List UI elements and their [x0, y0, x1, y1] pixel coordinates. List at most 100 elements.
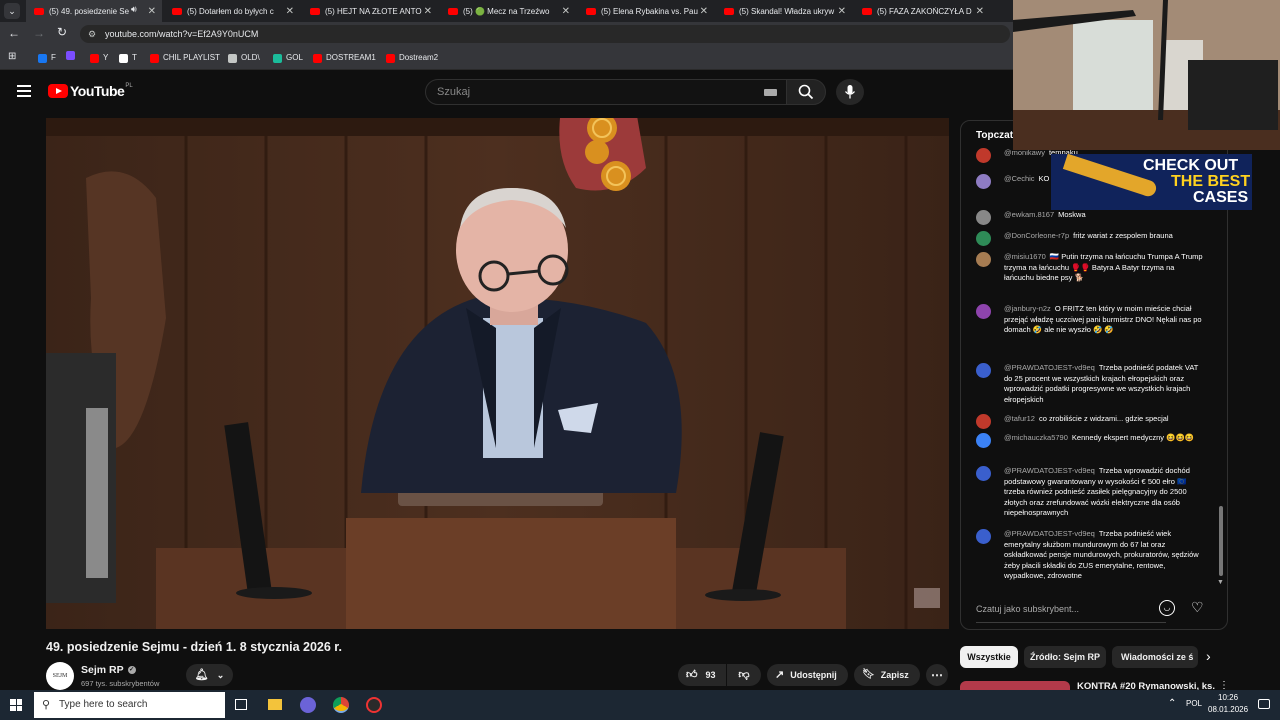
chat-avatar[interactable]: [976, 304, 991, 319]
chrome-icon[interactable]: [333, 697, 349, 713]
clock-time[interactable]: 10:26: [1218, 693, 1238, 702]
more-actions-button[interactable]: ⋯: [926, 664, 948, 686]
notifications-icon[interactable]: [1258, 699, 1270, 709]
chat-author[interactable]: @PRAWDATOJEST-vd9eq: [1004, 363, 1095, 372]
tab-close-icon[interactable]: ✕: [562, 6, 570, 17]
forward-icon[interactable]: →: [33, 26, 45, 40]
tab-close-icon[interactable]: ✕: [838, 6, 846, 17]
youtube-logo[interactable]: YouTube PL: [48, 83, 133, 99]
browser-tab[interactable]: (5) HEJT NA ZŁOTE ANTO ✕: [302, 0, 438, 22]
chat-avatar[interactable]: [976, 231, 991, 246]
chat-author[interactable]: @Cechic: [1004, 174, 1035, 183]
tray-chevron-icon[interactable]: ⌃: [1168, 698, 1176, 709]
share-button[interactable]: ↗ Udostępnij: [767, 664, 848, 686]
browser-tab[interactable]: (5) Elena Rybakina vs. Pau ✕: [578, 0, 714, 22]
tab-close-icon[interactable]: ✕: [148, 6, 156, 17]
chat-author[interactable]: @ewkam.8167: [1004, 210, 1054, 219]
video-player[interactable]: [46, 118, 949, 629]
browser-tab[interactable]: (5) 🟢 Mecz na Trzeźwo ✕: [440, 0, 576, 22]
chat-avatar[interactable]: [976, 466, 991, 481]
keyboard-icon[interactable]: [764, 89, 777, 96]
bookmark-item[interactable]: Dostream2: [386, 51, 438, 65]
chat-author[interactable]: @PRAWDATOJEST-vd9eq: [1004, 529, 1095, 538]
chat-input[interactable]: Czatuj jako subskrybent...: [976, 595, 1166, 623]
search-input[interactable]: Szukaj: [425, 79, 787, 105]
voice-search-button[interactable]: [836, 79, 864, 105]
bookmark-item[interactable]: Y: [90, 51, 108, 65]
chat-avatar[interactable]: [976, 174, 991, 189]
browser-tab[interactable]: (5) Skandal! Władza ukryw ✕: [716, 0, 852, 22]
chat-avatar[interactable]: [976, 148, 991, 163]
suggested-video-thumbnail[interactable]: [960, 681, 1070, 690]
chat-author[interactable]: @michauczka5790: [1004, 433, 1068, 442]
chat-scroll-down-icon[interactable]: ▼: [1217, 579, 1224, 586]
bookmark-item[interactable]: GOL: [273, 51, 303, 65]
chat-avatar[interactable]: [976, 210, 991, 225]
chat-avatar[interactable]: [976, 252, 991, 267]
bookmark-item[interactable]: CHIL PLAYLIST: [150, 51, 220, 65]
chat-text: co zrobiliście z widzami... gdzie specja…: [1038, 414, 1169, 423]
browser-tab[interactable]: (5) FAZA ZAKOŃCZYŁA D ✕: [854, 0, 990, 22]
chat-message: @PRAWDATOJEST-vd9eq Trzeba podnieść podat…: [976, 363, 1206, 405]
filter-chip-news[interactable]: Wiadomości ze ś: [1112, 646, 1198, 668]
tab-close-icon[interactable]: ✕: [424, 6, 432, 17]
tab-search-icon[interactable]: ⌄: [4, 3, 20, 19]
chat-author[interactable]: @DonCorleone-r7p: [1004, 231, 1069, 240]
share-label: Udostępnij: [790, 670, 837, 680]
tab-close-icon[interactable]: ✕: [976, 6, 984, 17]
windows-start-icon[interactable]: [10, 699, 22, 711]
chat-avatar[interactable]: [976, 414, 991, 429]
file-explorer-icon[interactable]: [268, 699, 282, 710]
task-view-icon[interactable]: [235, 699, 247, 710]
browser-tab[interactable]: (5) Dotarłem do byłych c ✕: [164, 0, 300, 22]
taskbar-search[interactable]: ⚲ Type here to search: [34, 692, 225, 718]
chat-header[interactable]: Topczat: [976, 130, 1013, 141]
menu-icon[interactable]: [17, 85, 31, 97]
bookmark-item[interactable]: T: [119, 51, 137, 65]
app-icon-1[interactable]: [300, 697, 316, 713]
channel-avatar[interactable]: SEJM: [46, 662, 74, 690]
address-bar[interactable]: ⚙ youtube.com/watch?v=Ef2A9Y0nUCM: [80, 25, 1010, 43]
chat-author[interactable]: @misiu1670: [1004, 252, 1046, 261]
bookmark-item[interactable]: OLD\: [228, 51, 260, 65]
back-icon[interactable]: ←: [8, 26, 20, 40]
url-text: youtube.com/watch?v=Ef2A9Y0nUCM: [105, 29, 259, 39]
save-button[interactable]: 🔖︎ Zapisz: [854, 664, 920, 686]
emoji-icon[interactable]: ◡: [1159, 600, 1175, 616]
chat-avatar[interactable]: [976, 433, 991, 448]
chat-author[interactable]: @janbury-n2z: [1004, 304, 1051, 313]
bookmark-item[interactable]: DOSTREAM1: [313, 51, 376, 65]
channel-name[interactable]: Sejm RP ✓: [81, 664, 136, 676]
bookmark-item[interactable]: [66, 51, 79, 60]
like-button[interactable]: 👍︎ 93: [678, 664, 726, 686]
promo-banner[interactable]: CHECK OUT THE BEST CASES: [1051, 154, 1252, 210]
chat-author[interactable]: @tafur12: [1004, 414, 1035, 423]
chat-avatar[interactable]: [976, 363, 991, 378]
heart-icon[interactable]: ♡: [1191, 599, 1204, 616]
tab-audio-icon[interactable]: 🔊︎: [131, 4, 137, 15]
site-info-icon[interactable]: ⚙: [88, 25, 96, 43]
dislike-button[interactable]: 👎︎: [727, 664, 761, 686]
tab-close-icon[interactable]: ✕: [286, 6, 294, 17]
chevron-right-icon[interactable]: ›: [1206, 648, 1211, 664]
chat-scrollbar[interactable]: [1219, 506, 1223, 576]
youtube-favicon-icon: [724, 7, 734, 15]
app-icon-2[interactable]: [366, 697, 382, 713]
chat-author[interactable]: @PRAWDATOJEST-vd9eq: [1004, 466, 1095, 475]
search-button[interactable]: [786, 79, 826, 105]
filter-chip-source[interactable]: Źródło: Sejm RP: [1024, 646, 1106, 668]
apps-grid-icon[interactable]: ⊞: [8, 51, 16, 62]
tab-close-icon[interactable]: ✕: [700, 6, 708, 17]
language-indicator[interactable]: POL: [1186, 699, 1202, 708]
save-label: Zapisz: [880, 670, 909, 680]
clock-date[interactable]: 08.01.2026: [1208, 705, 1248, 714]
chat-text: Moskwa: [1058, 210, 1086, 219]
reload-icon[interactable]: ↻: [57, 25, 67, 39]
microphone-icon: [844, 85, 856, 99]
chat-avatar[interactable]: [976, 529, 991, 544]
chat-message-body: @DonCorleone-r7p fritz wariat z zespolem …: [1004, 231, 1206, 242]
notifications-button[interactable]: 🔔︎ ⌄: [186, 664, 233, 686]
browser-tab[interactable]: (5) 49. posiedzenie Se ✕: [26, 0, 162, 22]
filter-chip-all[interactable]: Wszystkie: [960, 646, 1018, 668]
bookmark-item[interactable]: F: [38, 51, 56, 65]
